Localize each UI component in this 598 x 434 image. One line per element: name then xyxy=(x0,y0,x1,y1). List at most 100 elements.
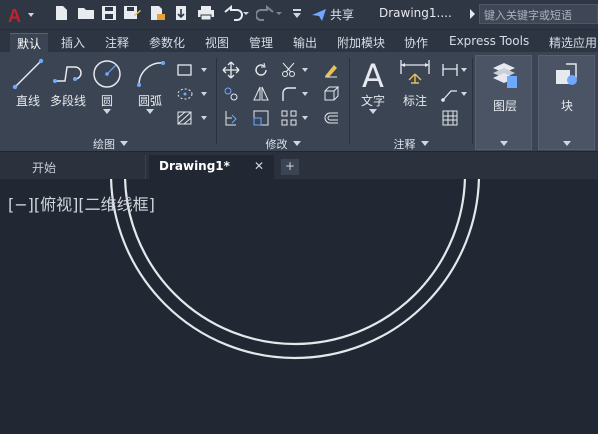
circle-icon xyxy=(93,60,121,88)
new-tab-button[interactable]: + xyxy=(281,159,299,175)
rotate-icon[interactable] xyxy=(252,61,270,79)
polyline-tool-label: 多段线 xyxy=(49,94,86,108)
close-tab-icon[interactable]: ✕ xyxy=(254,159,264,173)
dimension-dropdown-icon[interactable] xyxy=(461,68,467,72)
svg-text:A: A xyxy=(8,6,21,25)
tab-express-tools[interactable]: Express Tools xyxy=(442,33,536,52)
share-button[interactable]: 共享 xyxy=(311,6,354,23)
copy-icon[interactable] xyxy=(222,85,240,103)
linear-dim-icon[interactable] xyxy=(441,61,459,79)
print-icon[interactable] xyxy=(196,4,216,26)
modify-panel: 修改 xyxy=(218,55,348,152)
rectangle-icon[interactable] xyxy=(176,61,194,79)
tab-featured-apps[interactable]: 精选应用 xyxy=(542,33,598,52)
save-as-icon[interactable] xyxy=(122,4,142,26)
save-web-icon[interactable] xyxy=(172,4,192,26)
circle-tool-button[interactable]: 圆 xyxy=(90,57,124,114)
search-input[interactable]: 键入关键字或短语 xyxy=(479,4,598,24)
hatch-dropdown-icon[interactable] xyxy=(201,116,207,120)
text-a-icon: A xyxy=(362,57,384,91)
gradient-icon[interactable] xyxy=(176,109,194,127)
tab-collaborate[interactable]: 协作 xyxy=(397,33,435,52)
line-tool-button[interactable]: 直线 xyxy=(10,57,46,109)
ellipse-dropdown-icon[interactable] xyxy=(201,92,207,96)
block-panel-button[interactable]: 块 xyxy=(538,55,595,150)
arc-icon xyxy=(137,61,165,87)
ribbon: 直线 多段线 圆 圆弧 绘图 修改 A 文字 标注 注释 图层 块 xyxy=(0,52,598,152)
outer-circle xyxy=(109,179,481,360)
new-file-icon[interactable] xyxy=(52,4,72,26)
table-icon[interactable] xyxy=(441,109,459,127)
panel-divider xyxy=(349,58,350,144)
array-dropdown-icon[interactable] xyxy=(302,116,308,120)
title-bar: A 共享 Drawing1.... 键入关键字或短语 xyxy=(0,0,598,30)
tab-output[interactable]: 输出 xyxy=(286,33,324,52)
dimension-tool-label: 标注 xyxy=(402,94,427,108)
array-icon[interactable] xyxy=(280,109,298,127)
tab-drawing1-label: Drawing1* xyxy=(159,159,230,173)
tab-drawing1[interactable]: Drawing1* ✕ xyxy=(149,155,274,179)
tab-parametric[interactable]: 参数化 xyxy=(142,33,192,52)
layers-icon xyxy=(493,63,517,88)
text-tool-label: 文字 xyxy=(360,94,385,108)
undo-icon[interactable] xyxy=(222,4,250,26)
layers-panel-button[interactable]: 图层 xyxy=(475,55,532,150)
fillet-dropdown-icon[interactable] xyxy=(302,92,308,96)
fillet-icon[interactable] xyxy=(280,85,298,103)
scale-icon[interactable] xyxy=(252,109,270,127)
chevron-down-icon xyxy=(420,141,429,146)
tab-start[interactable]: 开始 xyxy=(22,155,146,179)
tab-addins[interactable]: 附加模块 xyxy=(330,33,392,52)
drawing-canvas[interactable]: [−][俯视][二维线框] xyxy=(0,179,598,434)
document-title: Drawing1.... xyxy=(379,6,452,20)
stretch-icon[interactable] xyxy=(222,109,240,127)
trim-icon[interactable] xyxy=(280,61,298,79)
mirror-icon[interactable] xyxy=(252,85,270,103)
redo-icon[interactable] xyxy=(255,4,284,26)
rectangle-dropdown-icon[interactable] xyxy=(201,68,207,72)
app-menu-button[interactable]: A xyxy=(6,5,42,26)
annotation-panel-footer[interactable]: 注释 xyxy=(351,135,471,152)
polyline-icon xyxy=(53,66,82,83)
arc-tool-label: 圆弧 xyxy=(137,94,162,108)
svg-text:A: A xyxy=(362,57,384,91)
tab-default[interactable]: 默认 xyxy=(10,33,49,52)
block-icon xyxy=(556,63,577,85)
hatch-icon[interactable] xyxy=(176,85,194,103)
offset-icon[interactable] xyxy=(322,109,340,127)
autocad-logo-icon: A xyxy=(8,6,34,26)
arc-dropdown-icon[interactable] xyxy=(146,109,154,114)
tab-manage[interactable]: 管理 xyxy=(242,33,280,52)
line-icon xyxy=(12,58,44,90)
tab-start-label: 开始 xyxy=(32,161,57,175)
chevron-down-icon xyxy=(563,141,571,146)
layers-label: 图层 xyxy=(493,99,518,113)
3d-box-icon[interactable] xyxy=(322,85,340,103)
leader-dropdown-icon[interactable] xyxy=(461,92,467,96)
dimension-tool-button[interactable]: 标注 xyxy=(397,57,433,109)
tab-view[interactable]: 视图 xyxy=(198,33,236,52)
erase-icon[interactable] xyxy=(322,61,340,79)
draw-panel-title: 绘图 xyxy=(93,137,115,151)
customize-qat-icon[interactable] xyxy=(290,4,304,26)
polyline-tool-button[interactable]: 多段线 xyxy=(48,57,88,109)
open-web-icon[interactable] xyxy=(148,4,168,26)
move-icon[interactable] xyxy=(222,61,240,79)
circle-dropdown-icon[interactable] xyxy=(103,109,111,114)
chevron-right-icon[interactable] xyxy=(468,8,476,20)
draw-panel-footer[interactable]: 绘图 xyxy=(6,135,215,152)
arc-tool-button[interactable]: 圆弧 xyxy=(132,57,168,114)
tab-annotate[interactable]: 注释 xyxy=(98,33,136,52)
tab-insert[interactable]: 插入 xyxy=(54,33,92,52)
leader-icon[interactable] xyxy=(441,85,459,103)
panel-divider xyxy=(216,58,217,144)
save-icon[interactable] xyxy=(100,4,120,26)
viewport-controls[interactable]: [−][俯视][二维线框] xyxy=(8,191,155,215)
trim-dropdown-icon[interactable] xyxy=(302,68,308,72)
modify-panel-footer[interactable]: 修改 xyxy=(218,135,348,152)
panel-divider xyxy=(472,58,473,144)
text-tool-button[interactable]: A 文字 xyxy=(357,57,389,114)
chevron-down-icon xyxy=(500,141,508,146)
open-folder-icon[interactable] xyxy=(76,4,96,26)
text-dropdown-icon[interactable] xyxy=(369,109,377,114)
